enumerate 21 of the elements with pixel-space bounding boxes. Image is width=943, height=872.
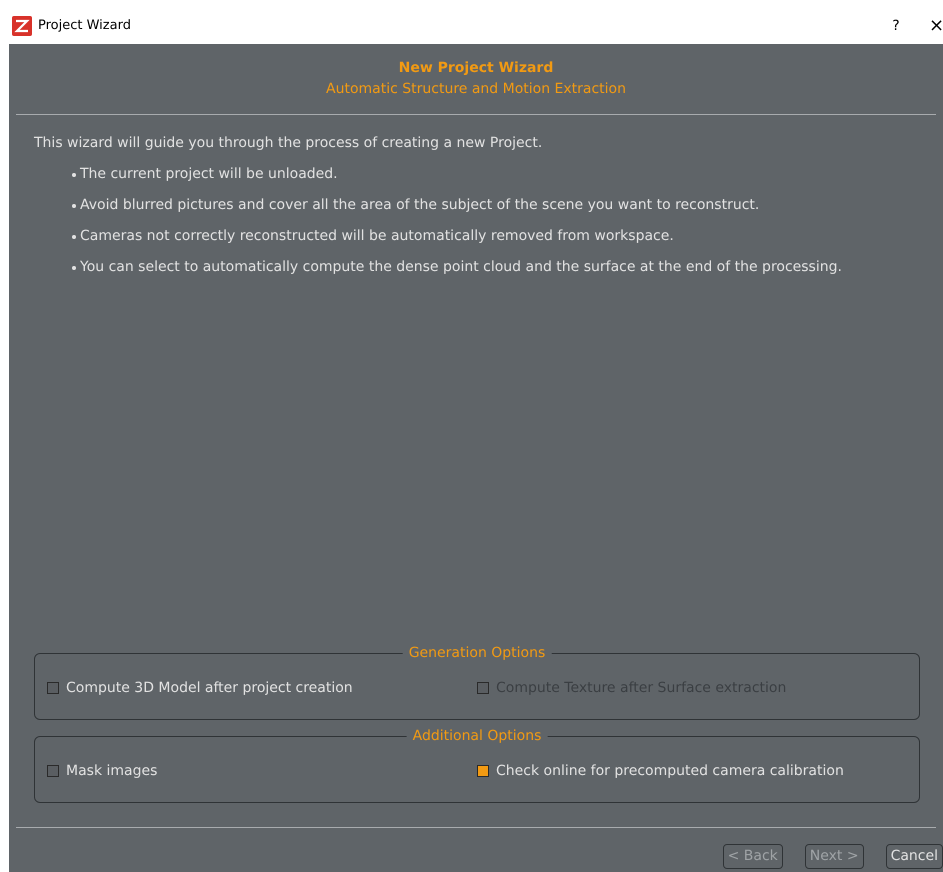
close-button[interactable]: ×	[929, 17, 943, 35]
bullet-icon	[72, 204, 76, 208]
bullet-icon	[72, 266, 76, 270]
wizard-subtitle: Automatic Structure and Motion Extraction	[326, 80, 626, 99]
bullet-icon	[72, 234, 76, 238]
group-title: Generation Options	[402, 643, 552, 663]
option-checkbox[interactable]: Mask images	[47, 760, 477, 782]
bullet-icon	[72, 172, 76, 176]
intro-text: This wizard will guide you through the process of creating a new Project.	[34, 134, 544, 153]
app-logo-icon	[12, 16, 32, 36]
help-button[interactable]: ?	[881, 16, 911, 36]
group-title: Additional Options	[406, 726, 548, 746]
bullet-text: The current project will be unloaded.	[80, 165, 338, 184]
bullet-text: You can select to automatically compute the dense point cloud and the surface at the end of the processing.	[80, 258, 842, 277]
bullet-text: Cameras not correctly reconstructed will be automatically removed from workspace.	[80, 227, 674, 246]
option-checkbox[interactable]: Compute 3D Model after project creation	[47, 678, 477, 698]
option-checkbox[interactable]: Check online for precomputed camera calibration	[477, 760, 907, 782]
wizard-button[interactable]: Cancel	[886, 844, 943, 869]
window-title: Project Wizard	[38, 17, 131, 36]
wizard-title: New Project Wizard	[398, 59, 554, 78]
bullet-text: Avoid blurred pictures and cover all the area of the subject of the scene you want to reconstruct.	[80, 196, 760, 215]
